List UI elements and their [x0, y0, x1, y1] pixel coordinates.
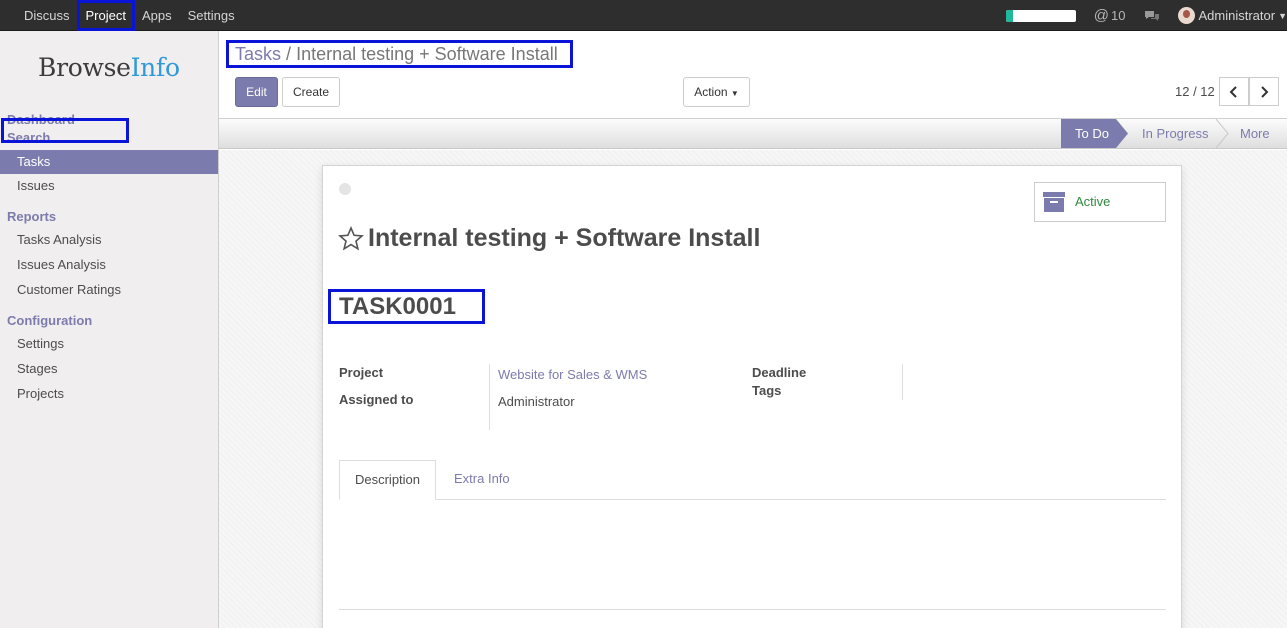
- pager-next-button[interactable]: [1249, 77, 1279, 106]
- sidebar-item-issues-analysis[interactable]: Issues Analysis: [0, 253, 218, 277]
- assigned-to-value[interactable]: Administrator: [498, 394, 575, 409]
- project-value[interactable]: Website for Sales & WMS: [498, 367, 647, 382]
- action-label: Action: [694, 85, 728, 99]
- breadcrumb: Tasks / Internal testing + Software Inst…: [226, 40, 573, 68]
- sidebar-section-reports: Reports: [7, 209, 57, 224]
- sidebar-item-tasks-analysis[interactable]: Tasks Analysis: [0, 228, 218, 252]
- mentions-count: 10: [1111, 8, 1126, 23]
- assigned-to-label: Assigned to: [339, 392, 414, 407]
- breadcrumb-tasks-link[interactable]: Tasks: [235, 44, 281, 64]
- sidebar-item-customer-ratings[interactable]: Customer Ratings: [0, 278, 218, 302]
- breadcrumb-current: Internal testing + Software Install: [296, 44, 558, 64]
- menu-settings[interactable]: Settings: [180, 0, 243, 31]
- sidebar-item-settings[interactable]: Settings: [0, 332, 218, 356]
- breadcrumb-separator: /: [286, 44, 292, 64]
- deadline-label: Deadline: [752, 365, 807, 380]
- sidebar-item-issues[interactable]: Issues: [0, 174, 218, 198]
- active-label: Active: [1075, 194, 1111, 209]
- active-toggle-button[interactable]: Active: [1034, 182, 1166, 222]
- field-divider: [489, 364, 490, 430]
- create-button[interactable]: Create: [282, 77, 340, 107]
- avatar: [1177, 7, 1195, 24]
- chevron-left-icon: [1229, 85, 1237, 98]
- menu-apps[interactable]: Apps: [134, 0, 180, 31]
- user-menu[interactable]: Administrator ▼: [1177, 7, 1287, 24]
- planner-progress-bar[interactable]: [1005, 9, 1076, 22]
- tasks-highlight-box: [1, 118, 129, 143]
- sidebar-item-stages[interactable]: Stages: [0, 357, 218, 381]
- at-sign-icon: @: [1093, 7, 1110, 24]
- chat-bubbles-icon[interactable]: [1144, 10, 1160, 22]
- action-dropdown[interactable]: Action ▼: [683, 77, 750, 107]
- top-navbar: Discuss Project Apps Settings @ 10 Admin…: [0, 0, 1287, 31]
- tags-label: Tags: [752, 383, 782, 398]
- user-name: Administrator: [1198, 8, 1276, 23]
- caret-down-icon: ▼: [730, 89, 739, 98]
- star-icon[interactable]: [338, 225, 364, 252]
- field-divider: [902, 364, 903, 400]
- browseinfo-logo: BrowseInfo: [38, 53, 180, 82]
- kanban-state-icon[interactable]: [339, 183, 351, 195]
- project-label: Project: [339, 365, 384, 380]
- chevron-down-icon: ▼: [1278, 10, 1287, 21]
- task-code: TASK0001: [328, 289, 485, 324]
- edit-button[interactable]: Edit: [235, 77, 278, 107]
- pager-value[interactable]: 12 / 12: [1175, 84, 1215, 99]
- sidebar-item-tasks[interactable]: Tasks: [0, 150, 218, 174]
- archive-icon: [1043, 192, 1065, 212]
- pager-previous-button[interactable]: [1219, 77, 1249, 106]
- tab-description[interactable]: Description: [339, 460, 436, 500]
- stage-more[interactable]: More: [1240, 119, 1270, 148]
- record-title-text: Internal testing + Software Install: [368, 224, 761, 252]
- mentions-counter[interactable]: @ 10: [1094, 7, 1126, 24]
- chevron-right-icon: [1261, 85, 1269, 98]
- stage-arrow-icon: [1116, 119, 1128, 148]
- statusbar: To Do In Progress More: [219, 118, 1287, 149]
- stage-separator-icon: [1215, 119, 1229, 148]
- stage-todo[interactable]: To Do: [1061, 119, 1116, 148]
- menu-discuss[interactable]: Discuss: [16, 0, 78, 31]
- tab-extra-info[interactable]: Extra Info: [454, 460, 510, 500]
- sidebar-section-configuration: Configuration: [7, 313, 93, 328]
- sidebar-item-projects[interactable]: Projects: [0, 382, 218, 406]
- systray: @ 10 Administrator ▼: [1005, 0, 1287, 31]
- menu-project[interactable]: Project: [76, 0, 136, 31]
- record-title: Internal testing + Software Install: [338, 224, 760, 253]
- stage-in-progress[interactable]: In Progress: [1142, 119, 1208, 148]
- main-menu: Discuss Project Apps Settings: [16, 0, 243, 31]
- description-bottom-line: [339, 609, 1166, 610]
- progress-fill: [1005, 9, 1013, 22]
